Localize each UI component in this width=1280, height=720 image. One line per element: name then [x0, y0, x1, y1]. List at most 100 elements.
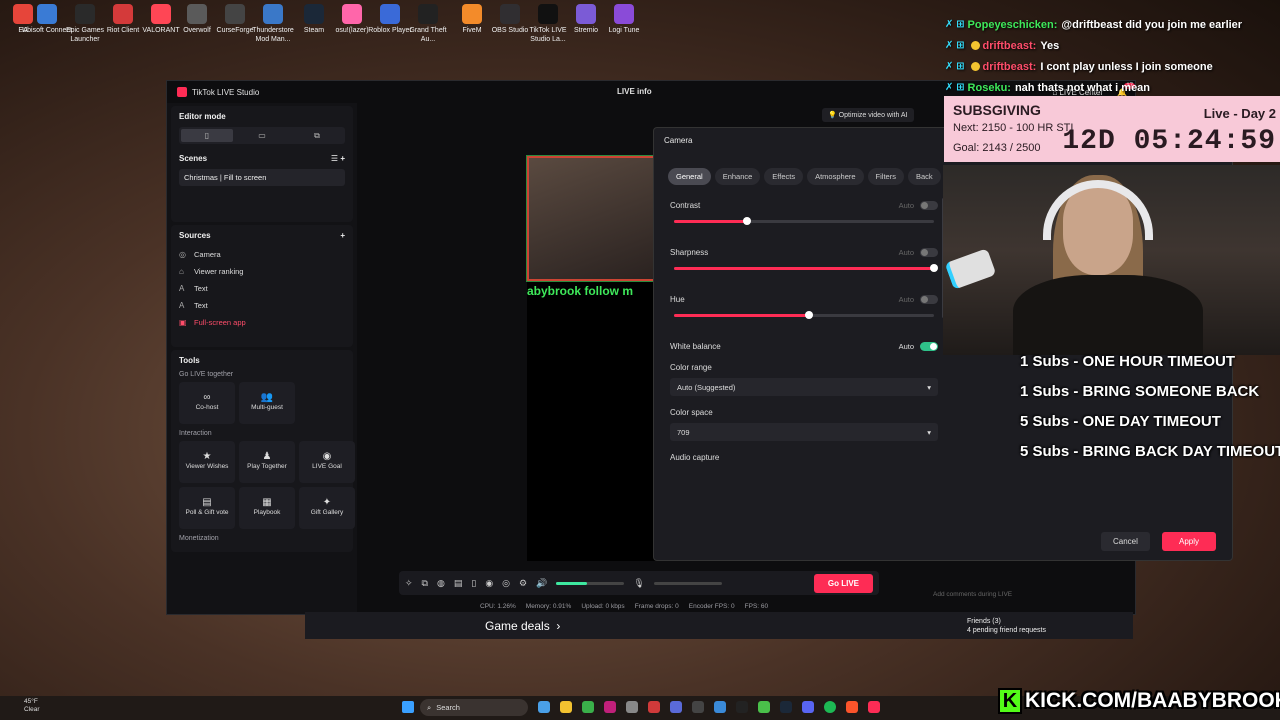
tab-atmosphere[interactable]: Atmosphere [807, 168, 864, 185]
friends-panel[interactable]: Friends (3) 4 pending friend requests [967, 617, 1046, 635]
effects-icon[interactable]: ◎ [502, 578, 510, 589]
chat-message: ✗ ⊞ Popeyeschicken: @driftbeast did you jo… [945, 14, 1280, 35]
app-title: TikTok LIVE Studio [192, 87, 260, 97]
tool-viewer-wishes[interactable]: ★ Viewer Wishes [179, 441, 235, 483]
chat-message: ✗ ⊞ Roseku: nah thats not what i mean [945, 77, 1280, 98]
sources-section: Sources + ◎ Camera ⌂ Viewer ranking A Text A Tex… [171, 225, 353, 347]
tab-effects[interactable]: Effects [764, 168, 804, 185]
source-item[interactable]: ◎ Camera [179, 246, 345, 263]
windows-start-icon[interactable] [402, 701, 414, 713]
layout-icon[interactable]: ⧉ [422, 578, 428, 589]
desktop-icon[interactable]: Logi Tune [599, 2, 649, 35]
app-icon[interactable] [648, 701, 660, 713]
file-explorer-icon[interactable] [560, 701, 572, 713]
tool-label: Viewer Wishes [185, 463, 229, 470]
portrait-mode-icon[interactable]: ▯ [181, 129, 233, 142]
add-source-icon[interactable]: + [340, 231, 345, 240]
screen-icon[interactable]: ▤ [454, 578, 463, 589]
sharpness-slider[interactable] [674, 264, 938, 272]
ranking-icon: ⌂ [179, 267, 184, 276]
xbox-icon[interactable] [582, 701, 594, 713]
cancel-button[interactable]: Cancel [1101, 532, 1150, 551]
task-view-icon[interactable] [538, 701, 550, 713]
spotify-icon[interactable] [824, 701, 836, 713]
desktop-icon[interactable]: Grand Theft Au... [403, 2, 453, 44]
tool-co-host[interactable]: ∞ Co-host [179, 382, 235, 424]
steam-icon [304, 4, 324, 24]
landscape-mode-icon[interactable]: ▭ [236, 129, 288, 142]
brave-icon[interactable] [846, 701, 858, 713]
overwolf-icon [187, 4, 207, 24]
tool-poll-gift-vote[interactable]: ▤ Poll & Gift vote [179, 487, 235, 529]
tool-live-goal[interactable]: ◉ LIVE Goal [299, 441, 355, 483]
editor-mode-section: Editor mode ▯ ▭ ⧉ Scenes ☰ + Christmas | … [171, 106, 353, 222]
sharpness-slider-knob[interactable] [930, 264, 938, 272]
app-icon[interactable] [670, 701, 682, 713]
speaker-icon[interactable]: 🔊 [536, 578, 547, 589]
source-item[interactable]: A Text [179, 280, 345, 297]
white-balance-setting: White balance Auto [670, 339, 938, 353]
tool-gift-gallery[interactable]: ✦ Gift Gallery [299, 487, 355, 529]
speaker-volume-slider[interactable] [556, 581, 625, 585]
chat-badge-icon: ✗ ⊞ [945, 61, 965, 72]
source-item[interactable]: A Text [179, 297, 345, 314]
app-icon[interactable] [736, 701, 748, 713]
color-space-select[interactable]: 709 ▾ [670, 423, 938, 441]
tool-playbook[interactable]: ▦ Playbook [239, 487, 295, 529]
contrast-slider-knob[interactable] [742, 217, 751, 225]
live-info-link[interactable]: LIVE info [617, 87, 652, 96]
hue-slider[interactable] [674, 311, 934, 319]
hue-slider-knob[interactable] [805, 311, 814, 319]
sub-rule: 5 Subs - BRING BACK DAY TIMEOUT [1020, 443, 1280, 460]
mic-volume-slider[interactable] [653, 581, 722, 585]
app-icon[interactable] [626, 701, 638, 713]
scene-item[interactable]: Christmas | Fill to screen [179, 169, 345, 186]
tool-multi-guest[interactable]: 👥 Multi-guest [239, 382, 295, 424]
app-icon: ▣ [179, 318, 187, 327]
tab-enhance[interactable]: Enhance [714, 168, 761, 185]
source-item[interactable]: ▣ Full-screen app [179, 314, 345, 331]
app-icon[interactable] [758, 701, 770, 713]
taskbar-search[interactable]: ⌕ Search [420, 699, 528, 716]
magic-icon[interactable]: ✧ [405, 578, 413, 589]
comment-input[interactable]: Add comments during LIVE [927, 585, 1107, 603]
stream-preview[interactable]: abybrook follow m [526, 155, 658, 561]
contrast-auto-toggle[interactable] [920, 200, 938, 210]
tab-filters[interactable]: Filters [867, 168, 904, 185]
go-live-button[interactable]: Go LIVE [813, 573, 873, 593]
sharpness-auto-toggle[interactable] [920, 247, 938, 257]
tool-play-together[interactable]: ♟ Play Together [239, 441, 295, 483]
discord-icon[interactable] [802, 701, 814, 713]
interaction-tools: ★ Viewer Wishes ♟ Play Together ◉ LIVE Goal ▤ P… [179, 441, 355, 529]
white-balance-auto-toggle[interactable] [920, 341, 938, 351]
tab-back[interactable]: Back [907, 168, 941, 185]
hue-auto-toggle[interactable] [920, 294, 938, 304]
record-icon[interactable]: ◉ [485, 578, 493, 589]
optimize-ai-button[interactable]: 💡 Optimize video with AI [822, 108, 914, 122]
tools-section: Tools Go LIVE together ∞ Co-host 👥 Multi-gu… [171, 350, 355, 552]
thunderstore-icon [263, 4, 283, 24]
streamer-shirt [1013, 275, 1203, 355]
tiktok-icon[interactable] [868, 701, 880, 713]
settings-icon[interactable]: ⚙ [519, 578, 527, 589]
contrast-slider[interactable] [674, 217, 934, 225]
apply-button[interactable]: Apply [1162, 532, 1217, 551]
source-item[interactable]: ⌂ Viewer ranking [179, 263, 345, 280]
game-deals-link[interactable]: Game deals › [485, 619, 560, 633]
add-scene-icon[interactable]: ☰ + [331, 154, 345, 163]
portrait-icon[interactable]: ▯ [471, 578, 476, 589]
filter-icon[interactable]: ◍ [437, 578, 445, 589]
obs-icon[interactable] [692, 701, 704, 713]
tab-general[interactable]: General [668, 168, 711, 185]
color-range-select[interactable]: Auto (Suggested) ▾ [670, 378, 938, 396]
roblox-icon [380, 4, 400, 24]
contrast-setting: Contrast Auto [670, 198, 938, 225]
steam-icon[interactable] [780, 701, 792, 713]
app-icon[interactable] [604, 701, 616, 713]
color-range-value: Auto (Suggested) [677, 382, 736, 392]
editor-mode-label[interactable]: Editor mode [179, 112, 226, 121]
microphone-icon[interactable]: 🎙 [633, 578, 644, 589]
dual-mode-icon[interactable]: ⧉ [291, 129, 343, 142]
weather-widget[interactable]: 45°F Clear [24, 698, 40, 714]
app-icon[interactable] [714, 701, 726, 713]
